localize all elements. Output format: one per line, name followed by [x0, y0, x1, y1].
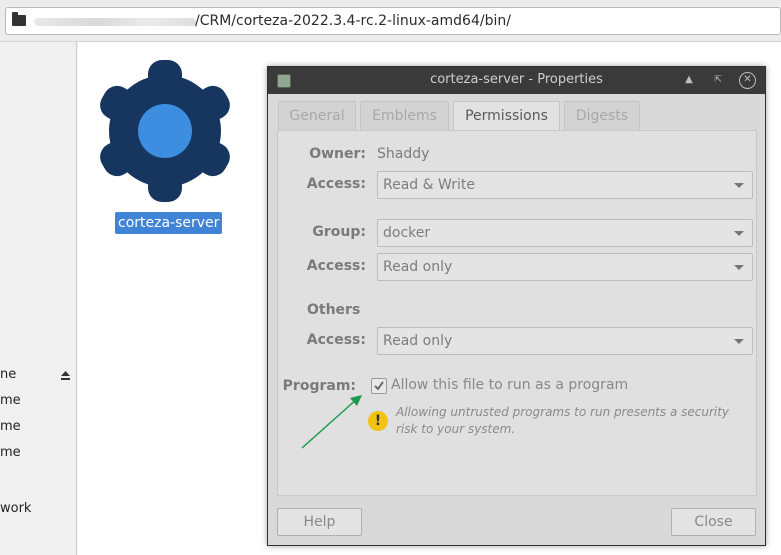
- properties-dialog: corteza-server - Properties ▲ ⇱ ✕ Genera…: [267, 66, 766, 546]
- file-name-label[interactable]: corteza-server: [115, 212, 223, 234]
- tab-general[interactable]: General: [278, 101, 356, 131]
- chevron-down-icon: [734, 339, 744, 344]
- warning-icon: !: [368, 411, 388, 431]
- tab-digests[interactable]: Digests: [564, 101, 640, 131]
- group-value: docker: [383, 225, 431, 241]
- group-select[interactable]: docker: [377, 219, 753, 247]
- restore-icon[interactable]: ⇱: [710, 72, 726, 88]
- chevron-down-icon: [734, 265, 744, 270]
- owner-access-value: Read & Write: [383, 177, 475, 193]
- location-bar: /CRM/corteza-2022.3.4-rc.2-linux-amd64/b…: [0, 0, 781, 42]
- security-warning-text: Allowing untrusted programs to run prese…: [396, 405, 730, 436]
- chevron-down-icon: [734, 183, 744, 188]
- owner-access-label: Access:: [306, 176, 366, 192]
- dialog-titlebar[interactable]: corteza-server - Properties ▲ ⇱ ✕: [268, 67, 765, 94]
- program-label: Program:: [282, 378, 356, 394]
- side-item[interactable]: me: [0, 393, 21, 408]
- owner-access-select[interactable]: Read & Write: [377, 171, 753, 199]
- close-icon[interactable]: ✕: [739, 72, 756, 89]
- run-as-program-checkbox[interactable]: [371, 378, 387, 394]
- side-item[interactable]: me: [0, 419, 21, 434]
- side-item[interactable]: ne: [0, 367, 16, 382]
- checkmark-icon: [374, 381, 384, 391]
- others-label: Others: [307, 302, 361, 318]
- tab-emblems[interactable]: Emblems: [360, 101, 449, 131]
- run-as-program-label[interactable]: Allow this file to run as a program: [391, 377, 628, 393]
- owner-value: Shaddy: [377, 146, 430, 162]
- close-button[interactable]: Close: [671, 508, 756, 536]
- group-access-value: Read only: [383, 259, 453, 275]
- side-item[interactable]: work: [0, 501, 31, 516]
- permissions-panel: Owner: Shaddy Access: Read & Write Group…: [277, 130, 757, 496]
- tab-permissions[interactable]: Permissions: [453, 101, 560, 132]
- folder-icon: [12, 12, 26, 26]
- side-item[interactable]: me: [0, 445, 21, 460]
- group-access-select[interactable]: Read only: [377, 253, 753, 281]
- gear-icon[interactable]: [93, 58, 237, 204]
- group-label: Group:: [312, 224, 366, 240]
- location-path: /CRM/corteza-2022.3.4-rc.2-linux-amd64/b…: [195, 13, 511, 29]
- group-access-label: Access:: [306, 258, 366, 274]
- help-button[interactable]: Help: [277, 508, 362, 536]
- eject-icon[interactable]: [60, 370, 71, 381]
- location-field[interactable]: /CRM/corteza-2022.3.4-rc.2-linux-amd64/b…: [5, 7, 781, 35]
- maximize-icon[interactable]: ▲: [681, 72, 697, 88]
- redacted-path-segment: [34, 18, 196, 26]
- chevron-down-icon: [734, 231, 744, 236]
- side-pane: ne me me me work: [0, 42, 77, 555]
- owner-label: Owner:: [309, 146, 366, 162]
- others-access-select[interactable]: Read only: [377, 327, 753, 355]
- others-access-label: Access:: [306, 332, 366, 348]
- others-access-value: Read only: [383, 333, 453, 349]
